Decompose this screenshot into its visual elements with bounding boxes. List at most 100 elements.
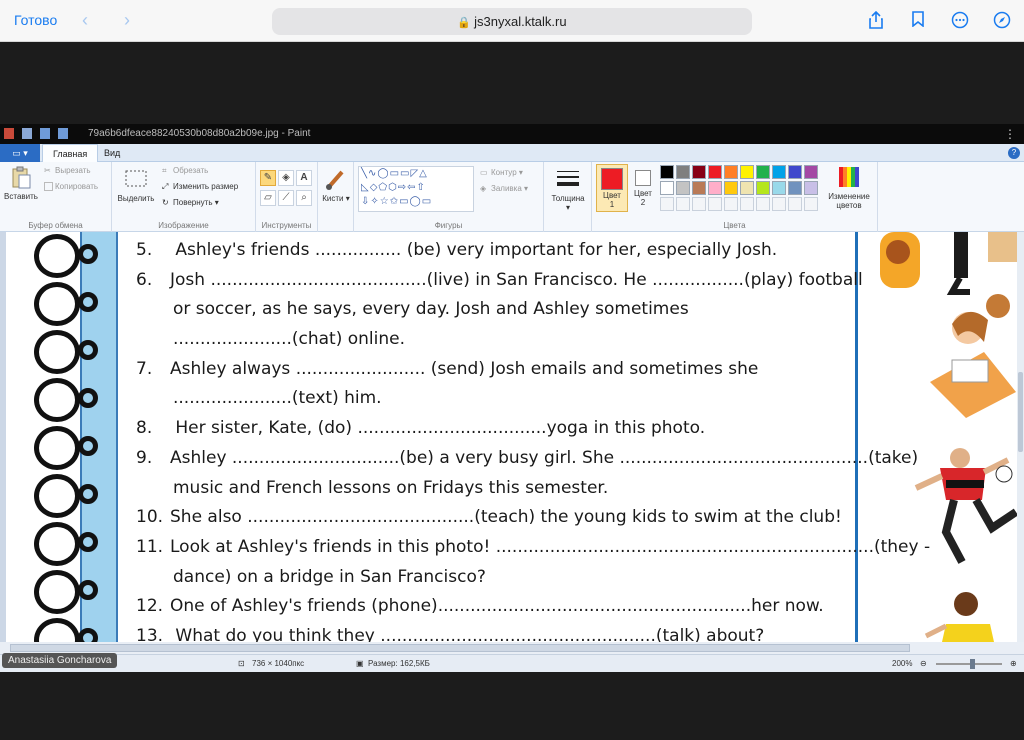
palette-swatch[interactable] (676, 165, 690, 179)
item-text: or soccer, as he says, every day. Josh a… (173, 299, 689, 320)
palette-swatch[interactable] (756, 165, 770, 179)
ribbon-tabs: ▭ ▾ Главная Вид ? (0, 144, 1024, 163)
browser-toolbar: Готово ‹ › 🔒 js3nyxal.ktalk.ru (0, 0, 1024, 42)
vertical-scrollbar[interactable] (1017, 232, 1024, 642)
crop-label: Обрезать (173, 166, 209, 175)
shapes-gallery[interactable]: ╲∿◯▭▭◸△ ◺◇⬠⬡⇨⇦⇧ ⇩✧☆✩▭◯▭ (358, 166, 474, 212)
color2-label: Цвет (634, 189, 652, 198)
zoom-slider[interactable] (936, 663, 1002, 665)
more-vertical-icon[interactable]: ⋮ (1004, 124, 1016, 144)
spiral-binding (6, 232, 118, 642)
palette-swatch[interactable] (724, 165, 738, 179)
magnifier-icon[interactable]: ⌕ (296, 190, 312, 206)
palette-swatch[interactable] (660, 181, 674, 195)
copy-button[interactable]: Копировать (44, 182, 98, 192)
palette-swatch[interactable] (708, 165, 722, 179)
paste-button[interactable]: Вставить (4, 166, 38, 201)
share-icon[interactable] (867, 10, 885, 29)
palette-swatch[interactable] (804, 181, 818, 195)
rotate-label: Повернуть (173, 198, 213, 207)
palette-empty-slot[interactable] (804, 197, 818, 211)
zoom-out-icon[interactable]: ⊖ (920, 655, 927, 673)
color-picker-icon[interactable]: ⟋ (278, 190, 294, 206)
edit-colors-button[interactable]: Изменение цветов (824, 166, 874, 210)
palette-empty-slot[interactable] (708, 197, 722, 211)
screen: Готово ‹ › 🔒 js3nyxal.ktalk.ru 79a6b6dfea… (0, 0, 1024, 740)
fill-shape-button[interactable]: ◈ Заливка ▾ (480, 184, 528, 193)
shapes-group: ╲∿◯▭▭◸△ ◺◇⬠⬡⇨⇦⇧ ⇩✧☆✩▭◯▭ ▭ Контур ▾ ◈ Залив… (354, 162, 544, 232)
size-button[interactable]: Толщина ▾ (550, 168, 586, 212)
text-tool-icon[interactable]: A (296, 170, 312, 186)
save-icon[interactable] (22, 128, 32, 139)
compass-icon[interactable] (993, 11, 1011, 29)
status-bar: ⊡ 736 × 1040пкс ▣ Размер: 162,5КБ 200% ⊖… (0, 654, 1024, 672)
palette-empty-slot[interactable] (660, 197, 674, 211)
rotate-button[interactable]: ↻ Повернуть ▾ (162, 198, 219, 207)
size-group: Толщина ▾ (544, 162, 592, 232)
zoom-in-icon[interactable]: ⊕ (1010, 655, 1017, 673)
undo-icon[interactable] (40, 128, 50, 139)
spiral-ring (34, 282, 80, 326)
palette-swatch[interactable] (692, 181, 706, 195)
palette-swatch[interactable] (676, 181, 690, 195)
pencil-icon[interactable]: ✎ (260, 170, 276, 186)
item-number: 7. (136, 358, 153, 379)
eraser-icon[interactable]: ▱ (260, 190, 276, 206)
fill-icon[interactable]: ◈ (278, 170, 294, 186)
title-bar: 79a6b6dfeace88240530b08d80a2b09e.jpg - P… (0, 124, 1024, 144)
palette-swatch[interactable] (756, 181, 770, 195)
forward-icon[interactable]: › (124, 10, 130, 31)
palette-swatch[interactable] (772, 165, 786, 179)
tab-home[interactable]: Главная (42, 144, 99, 163)
tab-view[interactable]: Вид (94, 144, 130, 162)
select-button[interactable]: Выделить (116, 168, 156, 203)
palette-empty-slot[interactable] (692, 197, 706, 211)
color1-swatch (601, 168, 623, 190)
worksheet-line: 11. Look at Ashley's friends in this phot… (136, 533, 930, 563)
canvas-area[interactable]: 5. Ashley's friends ................ (be… (0, 232, 1024, 642)
cut-button[interactable]: ✂ Вырезать (44, 166, 91, 175)
spiral-ring (34, 570, 80, 614)
worksheet-line: 13. What do you think they .............… (136, 622, 846, 642)
address-bar[interactable]: 🔒 js3nyxal.ktalk.ru (272, 8, 752, 35)
done-button[interactable]: Готово (14, 12, 57, 28)
vertical-scroll-thumb[interactable] (1018, 372, 1023, 452)
palette-empty-slot[interactable] (788, 197, 802, 211)
palette-swatch[interactable] (740, 181, 754, 195)
palette-empty-slot[interactable] (756, 197, 770, 211)
palette-swatch[interactable] (772, 181, 786, 195)
horizontal-scrollbar[interactable] (0, 642, 1024, 654)
palette-swatch[interactable] (660, 165, 674, 179)
palette-swatch[interactable] (724, 181, 738, 195)
palette-swatch[interactable] (692, 165, 706, 179)
palette-empty-slot[interactable] (772, 197, 786, 211)
item-text: music and French lessons on Fridays this… (173, 477, 609, 498)
horizontal-scroll-thumb[interactable] (10, 644, 910, 652)
colors-group: Цвет 1 Цвет 2 Изменение цветов Цвета (592, 162, 878, 232)
brushes-button[interactable]: Кисти ▾ (322, 168, 350, 203)
worksheet-line: 12. One of Ashley's friends (phone)......… (136, 592, 846, 622)
palette-empty-slot[interactable] (740, 197, 754, 211)
spiral-ring (34, 378, 80, 422)
redo-icon[interactable] (58, 128, 68, 139)
worksheet-image[interactable]: 5. Ashley's friends ................ (be… (6, 232, 1018, 642)
file-menu-button[interactable]: ▭ ▾ (0, 144, 40, 162)
palette-swatch[interactable] (708, 181, 722, 195)
palette-empty-slot[interactable] (676, 197, 690, 211)
palette-swatch[interactable] (804, 165, 818, 179)
bookmarks-icon[interactable] (909, 11, 927, 29)
resize-button[interactable]: ⤢ Изменить размер (162, 182, 238, 191)
more-icon[interactable] (951, 11, 969, 29)
crop-button[interactable]: ⌗ Обрезать (162, 166, 208, 175)
color1-button[interactable]: Цвет 1 (596, 164, 628, 212)
help-icon[interactable]: ? (1008, 147, 1020, 159)
palette-swatch[interactable] (740, 165, 754, 179)
palette-swatch[interactable] (788, 165, 802, 179)
palette-empty-slot[interactable] (724, 197, 738, 211)
item-number: 11. (136, 536, 164, 557)
zoom-slider-handle[interactable] (970, 659, 975, 669)
color2-button[interactable]: Цвет 2 (630, 164, 656, 212)
palette-swatch[interactable] (788, 181, 802, 195)
back-icon[interactable]: ‹ (82, 10, 88, 31)
outline-button[interactable]: ▭ Контур ▾ (480, 168, 523, 177)
